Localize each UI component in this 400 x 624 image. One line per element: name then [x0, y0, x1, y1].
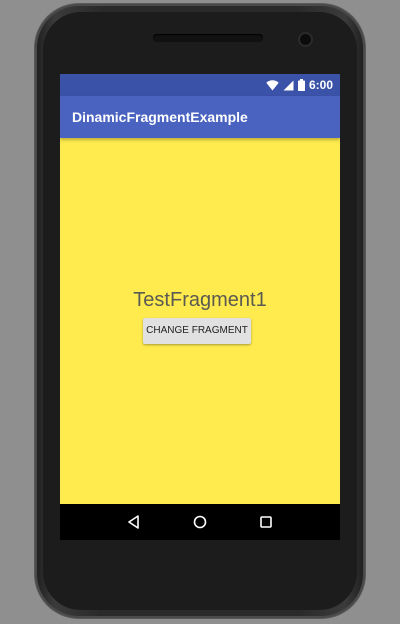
- back-icon[interactable]: [124, 512, 144, 532]
- fragment-container: TestFragment1 CHANGE FRAGMENT: [60, 138, 340, 499]
- front-camera: [300, 34, 311, 45]
- device-screen: 6:00 DinamicFragmentExample TestFragment…: [60, 74, 340, 540]
- earpiece-speaker: [153, 34, 263, 42]
- battery-icon: [297, 79, 305, 91]
- navigation-bar: [60, 504, 340, 540]
- status-icons: 6:00: [266, 78, 333, 92]
- emulator-stage: 6:00 DinamicFragmentExample TestFragment…: [0, 0, 400, 624]
- fragment-label: TestFragment1: [133, 289, 267, 311]
- home-icon[interactable]: [190, 512, 210, 532]
- app-title: DinamicFragmentExample: [72, 109, 248, 125]
- cell-signal-icon: [283, 80, 294, 90]
- app-bar: DinamicFragmentExample: [60, 96, 340, 138]
- status-time: 6:00: [308, 78, 333, 92]
- recents-icon[interactable]: [256, 512, 276, 532]
- status-bar: 6:00: [60, 74, 340, 96]
- change-fragment-button[interactable]: CHANGE FRAGMENT: [143, 318, 251, 344]
- wifi-icon: [266, 79, 279, 90]
- phone-frame: 6:00 DinamicFragmentExample TestFragment…: [35, 4, 365, 618]
